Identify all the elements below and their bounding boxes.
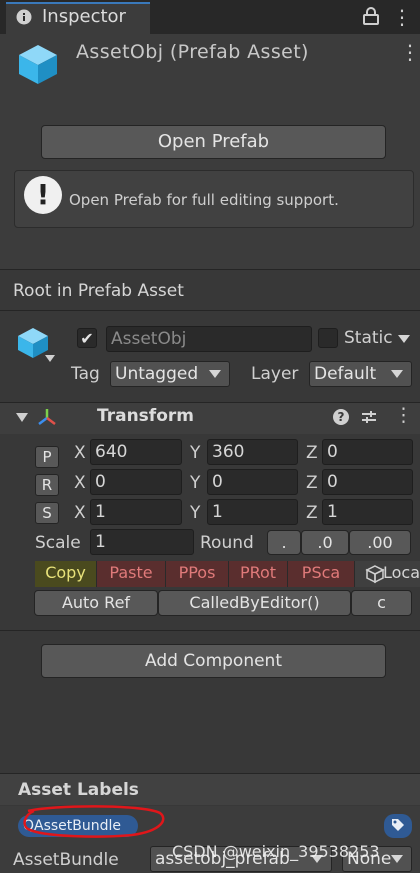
chevron-down-icon [391,370,403,378]
axis-z-label: Z [306,443,318,463]
watermark: CSDN @weixin_39538253 [172,842,380,861]
uniform-scale-field[interactable]: 1 [90,529,194,555]
paste-button[interactable]: Paste [97,561,166,587]
static-label[interactable]: Static [344,328,393,348]
reset-rotation-button[interactable]: R [35,474,59,496]
static-dropdown-icon[interactable] [398,335,410,343]
divider [0,310,420,311]
root-in-prefab-label: Root in Prefab Asset [13,281,184,301]
transform-header[interactable] [0,402,420,434]
paste-scale-button[interactable]: PSca [288,561,355,587]
c-button[interactable]: c [351,590,412,616]
lock-icon[interactable] [363,7,379,25]
paste-position-button[interactable]: PPos [166,561,229,587]
assetbundle-label: AssetBundle [13,850,119,870]
divider [0,630,420,631]
axis-y-label: Y [190,503,201,523]
paste-rotation-button[interactable]: PRot [229,561,288,587]
transform-title: Transform [97,406,194,426]
tab-title: Inspector [42,6,126,27]
tag-label: Tag [71,364,100,384]
axis-x-label: X [74,443,86,463]
tag-dropdown[interactable]: Untagged [110,361,230,387]
open-prefab-button[interactable]: Open Prefab [41,125,386,159]
round-label: Round [200,533,254,553]
axis-y-label: Y [190,473,201,493]
info-icon [16,9,32,25]
foldout-arrow-icon[interactable] [16,413,28,422]
asset-labels-title: Asset Labels [18,780,139,800]
reset-scale-button[interactable]: S [35,502,59,524]
gameobject-name-field[interactable]: AssetObj [106,326,312,352]
warning-icon: ! [24,176,62,214]
scale-x-field[interactable]: 1 [90,499,182,525]
called-by-editor-button[interactable]: CalledByEditor() [158,590,351,616]
presets-icon[interactable] [361,409,377,425]
rotation-x-field[interactable]: 0 [90,469,182,495]
scale-z-field[interactable]: 1 [322,499,413,525]
position-y-field[interactable]: 360 [207,439,298,465]
axis-z-label: Z [306,503,318,523]
local-label: Loca [383,563,420,582]
axis-y-label: Y [190,443,201,463]
local-cube-icon [365,565,385,584]
round-1-button[interactable]: .0 [301,530,349,555]
object-title: AssetObj (Prefab Asset) [76,41,309,63]
copy-button[interactable]: Copy [35,561,97,587]
active-checkbox[interactable]: ✔ [77,328,97,348]
chevron-down-icon [391,855,403,863]
rotation-y-field[interactable]: 0 [207,469,298,495]
help-text: Open Prefab for full editing support. [69,191,339,209]
layer-dropdown[interactable]: Default [309,361,412,387]
icon-dropdown-arrow-icon[interactable] [45,355,55,362]
component-menu-icon[interactable]: ⋮ [394,404,413,426]
reset-position-button[interactable]: P [35,446,59,468]
axis-x-label: X [74,473,86,493]
static-checkbox[interactable] [318,328,338,348]
rotation-z-field[interactable]: 0 [322,469,413,495]
tag-icon [392,819,404,831]
prefab-cube-icon [19,45,57,84]
scale-y-field[interactable]: 1 [207,499,298,525]
transform-axes-icon [38,409,56,425]
auto-ref-button[interactable]: Auto Ref [34,590,158,616]
layer-label: Layer [251,364,299,384]
help-icon[interactable]: ? [333,409,349,425]
header-menu-icon[interactable]: ⋮ [400,40,420,64]
round-0-button[interactable]: . [267,530,301,555]
axis-x-label: X [74,503,86,523]
tag-value: Untagged [115,364,199,384]
layer-value: Default [314,364,377,384]
position-x-field[interactable]: 640 [90,439,182,465]
scale-label: Scale [35,533,81,553]
tab-menu-icon[interactable]: ⋮ [392,5,412,29]
position-z-field[interactable]: 0 [322,439,413,465]
add-component-button[interactable]: Add Component [41,644,386,678]
round-2-button[interactable]: .00 [349,530,411,555]
chevron-down-icon [209,370,221,378]
axis-z-label: Z [306,473,318,493]
red-annotation-ellipse [23,805,165,838]
